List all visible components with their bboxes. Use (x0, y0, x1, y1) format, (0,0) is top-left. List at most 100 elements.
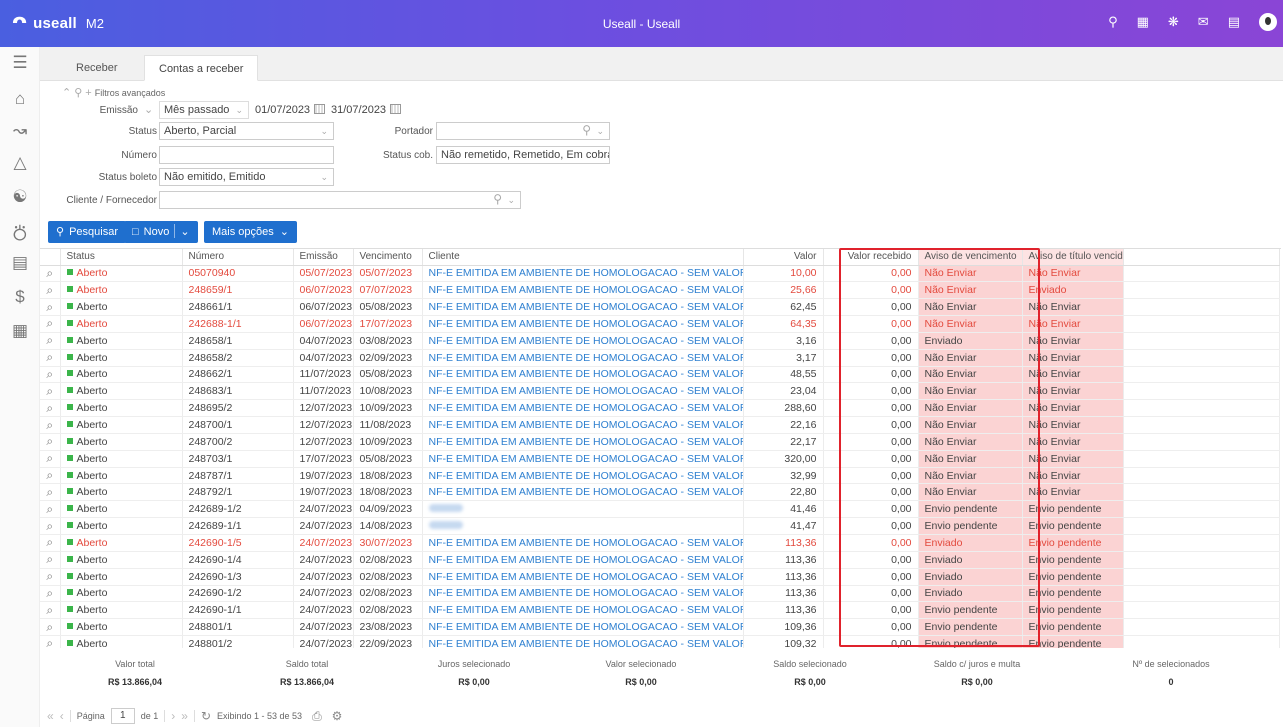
col-aviso-titulo-vencido[interactable]: Aviso de título vencido (1022, 249, 1124, 266)
cell-cliente[interactable]: NF-E EMITIDA EM AMBIENTE DE HOMOLOGACAO … (422, 618, 744, 637)
cliente-field[interactable]: ⚲ ⌄ (159, 191, 521, 209)
status-select[interactable]: Aberto, Parcial ⌄ (159, 122, 334, 140)
cell-cliente[interactable]: NF-E EMITIDA EM AMBIENTE DE HOMOLOGACAO … (422, 349, 744, 367)
search-icon[interactable]: ⚲ (582, 123, 591, 138)
chat-icon[interactable]: ▤ (1228, 14, 1240, 30)
chart-icon[interactable]: ↝ (0, 121, 40, 141)
basket-icon[interactable]: △ (0, 153, 40, 173)
apps-icon[interactable]: ▦ (1137, 14, 1149, 30)
emissao-from-field[interactable]: 01/07/2023 (255, 101, 326, 119)
row-search-icon[interactable]: ⌕ (40, 601, 61, 620)
cell-cliente[interactable] (422, 517, 744, 535)
row-search-icon[interactable]: ⌕ (40, 265, 61, 283)
row-search-icon[interactable]: ⌕ (40, 416, 61, 434)
cell-cliente[interactable]: NF-E EMITIDA EM AMBIENTE DE HOMOLOGACAO … (422, 382, 744, 401)
emissao-to-field[interactable]: 31/07/2023 (331, 101, 402, 119)
table-row[interactable]: ⌕ Aberto 242690-1/5 24/07/2023 30/07/2023 NF-… (40, 534, 1280, 552)
table-row[interactable]: ⌕ Aberto 242690-1/4 24/07/2023 02/08/2023 NF-… (40, 551, 1280, 569)
table-row[interactable]: ⌕ Aberto 248661/1 06/07/2023 05/08/2023 NF-E … (40, 298, 1280, 317)
table-row[interactable]: ⌕ Aberto 242690-1/3 24/07/2023 02/08/2023 NF-… (40, 568, 1280, 586)
new-button[interactable]: □ Novo ⌄ (124, 221, 198, 243)
table-row[interactable]: ⌕ Aberto 248787/1 19/07/2023 18/08/2023 NF-E … (40, 467, 1280, 485)
table-row[interactable]: ⌕ Aberto 248801/2 24/07/2023 22/09/2023 NF-E … (40, 635, 1280, 648)
chevron-down-icon[interactable]: ⌄ (180, 226, 189, 238)
col-valor[interactable]: Valor (743, 249, 824, 266)
row-search-icon[interactable]: ⌕ (40, 349, 61, 367)
col-valor-recebido[interactable]: Valor recebido (823, 249, 919, 266)
calendar-icon[interactable] (314, 104, 326, 114)
cell-cliente[interactable]: NF-E EMITIDA EM AMBIENTE DE HOMOLOGACAO … (422, 433, 744, 451)
table-row[interactable]: ⌕ Aberto 248700/1 12/07/2023 11/08/2023 NF-E … (40, 416, 1280, 434)
tab-contas-a-receber[interactable]: Contas a receber (144, 55, 259, 81)
table-row[interactable]: ⌕ Aberto 05070940 05/07/2023 05/07/2023 NF-E … (40, 265, 1280, 283)
card-icon[interactable]: ▤ (0, 253, 40, 273)
row-search-icon[interactable]: ⌕ (40, 483, 61, 502)
row-search-icon[interactable]: ⌕ (40, 635, 61, 648)
home-icon[interactable]: ⌂ (0, 89, 40, 109)
row-search-icon[interactable]: ⌕ (40, 551, 61, 569)
row-search-icon[interactable]: ⌕ (40, 366, 61, 384)
cell-cliente[interactable]: NF-E EMITIDA EM AMBIENTE DE HOMOLOGACAO … (422, 635, 744, 648)
user-avatar[interactable] (1259, 13, 1277, 31)
status-cob-select[interactable]: Não remetido, Remetido, Em cobra ⌄ (436, 146, 610, 164)
row-search-icon[interactable]: ⌕ (40, 332, 61, 350)
col-cliente[interactable]: Cliente (422, 249, 744, 266)
prev-page-icon[interactable]: ‹ (60, 709, 64, 723)
mail-icon[interactable]: ✉ (1198, 14, 1209, 30)
cell-cliente[interactable]: NF-E EMITIDA EM AMBIENTE DE HOMOLOGACAO … (422, 534, 744, 552)
row-search-icon[interactable]: ⌕ (40, 534, 61, 552)
cell-cliente[interactable]: NF-E EMITIDA EM AMBIENTE DE HOMOLOGACAO … (422, 332, 744, 350)
cell-cliente[interactable] (422, 500, 744, 519)
table-row[interactable]: ⌕ Aberto 248662/1 11/07/2023 05/08/2023 NF-E … (40, 366, 1280, 384)
col-status[interactable]: Status (60, 249, 183, 266)
next-page-icon[interactable]: › (171, 709, 175, 723)
row-search-icon[interactable]: ⌕ (40, 315, 61, 333)
refresh-icon[interactable]: ↻ (201, 709, 211, 723)
calculator-icon[interactable]: ▦ (0, 321, 40, 341)
numero-input[interactable] (159, 146, 334, 164)
cell-cliente[interactable]: NF-E EMITIDA EM AMBIENTE DE HOMOLOGACAO … (422, 366, 744, 384)
row-search-icon[interactable]: ⌕ (40, 399, 61, 418)
table-row[interactable]: ⌕ Aberto 242688-1/1 06/07/2023 17/07/2023 NF-… (40, 315, 1280, 333)
page-input[interactable]: 1 (110, 708, 135, 724)
calendar-icon[interactable] (390, 104, 402, 114)
advanced-filters-toggle[interactable]: ⌃ ⚲ + Filtros avançados (62, 86, 165, 100)
more-options-button[interactable]: Mais opções ⌄ (204, 221, 297, 243)
row-search-icon[interactable]: ⌕ (40, 517, 61, 535)
row-search-icon[interactable]: ⌕ (40, 618, 61, 637)
row-search-icon[interactable]: ⌕ (40, 281, 61, 300)
cell-cliente[interactable]: NF-E EMITIDA EM AMBIENTE DE HOMOLOGACAO … (422, 483, 744, 502)
table-row[interactable]: ⌕ Aberto 248801/1 24/07/2023 23/08/2023 NF-E … (40, 618, 1280, 637)
cell-cliente[interactable]: NF-E EMITIDA EM AMBIENTE DE HOMOLOGACAO … (422, 416, 744, 434)
search-icon[interactable]: ⚲ (1108, 14, 1118, 30)
row-search-icon[interactable]: ⌕ (40, 298, 61, 317)
table-row[interactable]: ⌕ Aberto 242689-1/2 24/07/2023 04/09/2023 41,… (40, 500, 1280, 519)
cell-cliente[interactable]: NF-E EMITIDA EM AMBIENTE DE HOMOLOGACAO … (422, 298, 744, 317)
settings-icon[interactable]: ⚙ (332, 709, 343, 723)
dollar-icon[interactable]: $ (0, 287, 40, 307)
users-icon[interactable]: ☯ (0, 187, 40, 207)
col-aviso-vencimento[interactable]: Aviso de vencimento (918, 249, 1023, 266)
col-vencimento[interactable]: Vencimento (353, 249, 423, 266)
table-row[interactable]: ⌕ Aberto 248658/2 04/07/2023 02/09/2023 NF-E … (40, 349, 1280, 367)
table-row[interactable]: ⌕ Aberto 248695/2 12/07/2023 10/09/2023 NF-E … (40, 399, 1280, 418)
row-search-icon[interactable]: ⌕ (40, 500, 61, 519)
row-search-icon[interactable]: ⌕ (40, 467, 61, 485)
row-search-icon[interactable]: ⌕ (40, 568, 61, 586)
row-search-icon[interactable]: ⌕ (40, 433, 61, 451)
col-emissao[interactable]: Emissão (293, 249, 354, 266)
table-row[interactable]: ⌕ Aberto 248683/1 11/07/2023 10/08/2023 NF-E … (40, 382, 1280, 401)
table-row[interactable]: ⌕ Aberto 248700/2 12/07/2023 10/09/2023 NF-E … (40, 433, 1280, 451)
cell-cliente[interactable]: NF-E EMITIDA EM AMBIENTE DE HOMOLOGACAO … (422, 265, 744, 283)
print-icon[interactable]: ⎙ (312, 709, 322, 724)
portador-field[interactable]: ⚲ ⌄ (436, 122, 610, 140)
cell-cliente[interactable]: NF-E EMITIDA EM AMBIENTE DE HOMOLOGACAO … (422, 281, 744, 300)
table-row[interactable]: ⌕ Aberto 248658/1 04/07/2023 03/08/2023 NF-E … (40, 332, 1280, 350)
tab-receber[interactable]: Receber (62, 55, 132, 81)
cell-cliente[interactable]: NF-E EMITIDA EM AMBIENTE DE HOMOLOGACAO … (422, 585, 744, 603)
table-row[interactable]: ⌕ Aberto 242689-1/1 24/07/2023 14/08/2023 41,… (40, 517, 1280, 535)
cell-cliente[interactable]: NF-E EMITIDA EM AMBIENTE DE HOMOLOGACAO … (422, 551, 744, 569)
table-row[interactable]: ⌕ Aberto 242690-1/2 24/07/2023 02/08/2023 NF-… (40, 585, 1280, 603)
cart-icon[interactable]: ⛣ (0, 219, 40, 245)
table-row[interactable]: ⌕ Aberto 248792/1 19/07/2023 18/08/2023 NF-E … (40, 483, 1280, 502)
